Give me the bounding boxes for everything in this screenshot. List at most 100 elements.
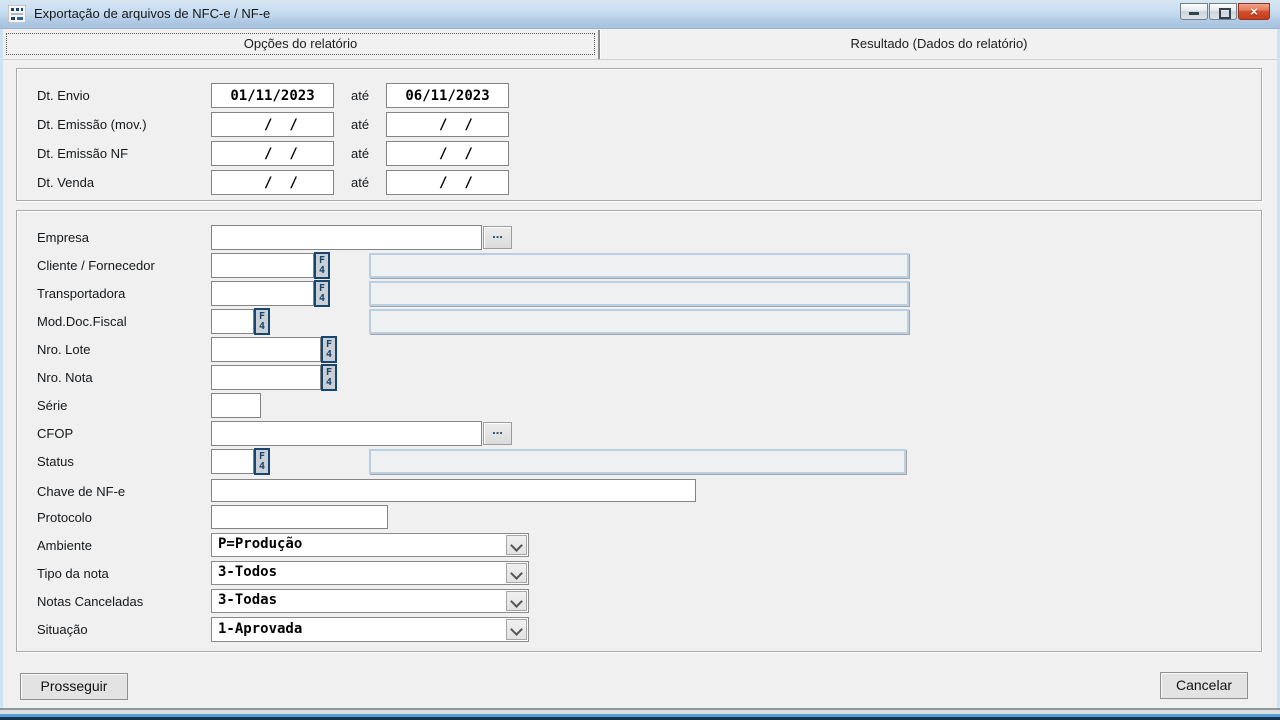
titlebar: Exportação de arquivos de NFC-e / NF-e × <box>0 0 1280 29</box>
cliente-descricao-field <box>369 253 909 278</box>
close-button[interactable]: × <box>1238 3 1270 20</box>
cfop-input[interactable] <box>211 421 482 446</box>
export-dialog-window: Exportação de arquivos de NFC-e / NF-e ×… <box>0 0 1280 720</box>
f4-icon[interactable]: F4 <box>321 364 337 391</box>
f4-icon[interactable]: F4 <box>254 448 270 475</box>
field-label: Dt. Emissão NF <box>37 141 128 166</box>
notas-canceladas-selected-value: 3-Todas <box>218 592 277 608</box>
f4-icon[interactable]: F4 <box>254 308 270 335</box>
row-notas-canceladas: Notas Canceladas 3-Todas <box>17 589 1261 614</box>
row-serie: Série <box>17 393 1261 418</box>
dropdown-button[interactable] <box>506 563 527 583</box>
close-icon: × <box>1239 4 1269 20</box>
restore-icon <box>1219 8 1231 19</box>
app-icon <box>8 5 26 23</box>
field-label: Série <box>37 393 67 418</box>
maximize-button[interactable] <box>1209 3 1237 20</box>
field-label: Notas Canceladas <box>37 589 143 614</box>
tab-opcoes-do-relatorio[interactable]: Opções do relatório <box>3 30 598 58</box>
transportadora-codigo-input[interactable] <box>211 281 314 306</box>
dt-emissao-mov-from-input[interactable] <box>211 112 334 137</box>
dt-emissao-nf-from-input[interactable] <box>211 141 334 166</box>
chevron-down-icon <box>510 539 523 552</box>
dropdown-button[interactable] <box>506 535 527 555</box>
status-input[interactable] <box>211 449 254 474</box>
window-border-bottom <box>0 708 1280 720</box>
nro-lote-input[interactable] <box>211 337 321 362</box>
row-tipo-da-nota: Tipo da nota 3-Todos <box>17 561 1261 586</box>
field-label: Dt. Envio <box>37 83 90 108</box>
until-label: até <box>351 112 369 137</box>
ellipsis-icon: ... <box>492 226 503 241</box>
dt-venda-from-input[interactable] <box>211 170 334 195</box>
window-title: Exportação de arquivos de NFC-e / NF-e <box>34 6 270 21</box>
dropdown-button[interactable] <box>506 591 527 611</box>
date-row-emissao-nf: Dt. Emissão NF até <box>17 141 1261 166</box>
serie-input[interactable] <box>211 393 261 418</box>
chevron-down-icon <box>510 567 523 580</box>
dt-envio-from-input[interactable] <box>211 83 334 108</box>
chave-nfe-input[interactable] <box>211 479 696 502</box>
notas-canceladas-select[interactable]: 3-Todas <box>211 589 529 613</box>
ambiente-select[interactable]: P=Produção <box>211 533 529 557</box>
row-chave-nfe: Chave de NF-e <box>17 479 1261 504</box>
row-protocolo: Protocolo <box>17 505 1261 530</box>
cfop-browse-button[interactable]: ... <box>483 422 512 445</box>
nro-nota-input[interactable] <box>211 365 321 390</box>
date-row-venda: Dt. Venda até <box>17 170 1261 195</box>
field-label: Dt. Emissão (mov.) <box>37 112 147 137</box>
field-label: Dt. Venda <box>37 170 94 195</box>
minimize-button[interactable] <box>1180 3 1208 20</box>
dt-emissao-nf-to-input[interactable] <box>386 141 509 166</box>
transportadora-descricao-field <box>369 281 909 306</box>
minimize-icon <box>1189 12 1199 15</box>
dt-emissao-mov-to-input[interactable] <box>386 112 509 137</box>
row-cfop: CFOP ... <box>17 421 1261 446</box>
mod-doc-fiscal-input[interactable] <box>211 309 254 334</box>
field-label: Chave de NF-e <box>37 479 125 504</box>
prosseguir-button[interactable]: Prosseguir <box>20 673 128 700</box>
f4-icon[interactable]: F4 <box>314 252 330 279</box>
dropdown-button[interactable] <box>506 619 527 640</box>
field-label: Tipo da nota <box>37 561 109 586</box>
ambiente-selected-value: P=Produção <box>218 536 302 552</box>
row-cliente-fornecedor: Cliente / Fornecedor F4 <box>17 253 1261 278</box>
f4-icon[interactable]: F4 <box>321 336 337 363</box>
tab-resultado[interactable]: Resultado (Dados do relatório) <box>601 30 1277 58</box>
field-label: Empresa <box>37 225 89 250</box>
tipo-da-nota-selected-value: 3-Todos <box>218 564 277 580</box>
date-row-emissao-mov: Dt. Emissão (mov.) até <box>17 112 1261 137</box>
dt-venda-to-input[interactable] <box>386 170 509 195</box>
field-label: Nro. Lote <box>37 337 90 362</box>
chevron-down-icon <box>510 623 523 636</box>
field-label: CFOP <box>37 421 73 446</box>
empresa-input[interactable] <box>211 225 482 250</box>
cliente-codigo-input[interactable] <box>211 253 314 278</box>
field-label: Situação <box>37 617 88 642</box>
until-label: até <box>351 83 369 108</box>
date-row-envio: Dt. Envio até <box>17 83 1261 108</box>
status-descricao-field <box>369 449 906 474</box>
row-empresa: Empresa ... <box>17 225 1261 250</box>
row-nro-lote: Nro. Lote F4 <box>17 337 1261 362</box>
row-transportadora: Transportadora F4 <box>17 281 1261 306</box>
ellipsis-icon: ... <box>492 422 503 437</box>
field-label: Transportadora <box>37 281 125 306</box>
date-filters-group: Dt. Envio até Dt. Emissão (mov.) até Dt.… <box>16 68 1262 201</box>
field-label: Protocolo <box>37 505 92 530</box>
tipo-da-nota-select[interactable]: 3-Todos <box>211 561 529 585</box>
field-label: Status <box>37 449 74 474</box>
chevron-down-icon <box>510 595 523 608</box>
tabstrip: Opções do relatório Resultado (Dados do … <box>3 30 1277 60</box>
f4-icon[interactable]: F4 <box>314 280 330 307</box>
filters-group: Empresa ... Cliente / Fornecedor F4 Tran… <box>16 210 1262 652</box>
row-situacao: Situação 1-Aprovada <box>17 617 1261 642</box>
protocolo-input[interactable] <box>211 505 388 529</box>
field-label: Ambiente <box>37 533 92 558</box>
dt-envio-to-input[interactable] <box>386 83 509 108</box>
cancelar-button[interactable]: Cancelar <box>1160 672 1248 699</box>
situacao-select[interactable]: 1-Aprovada <box>211 617 529 642</box>
window-border-left <box>0 29 3 708</box>
row-mod-doc-fiscal: Mod.Doc.Fiscal F4 <box>17 309 1261 334</box>
empresa-browse-button[interactable]: ... <box>483 226 512 249</box>
